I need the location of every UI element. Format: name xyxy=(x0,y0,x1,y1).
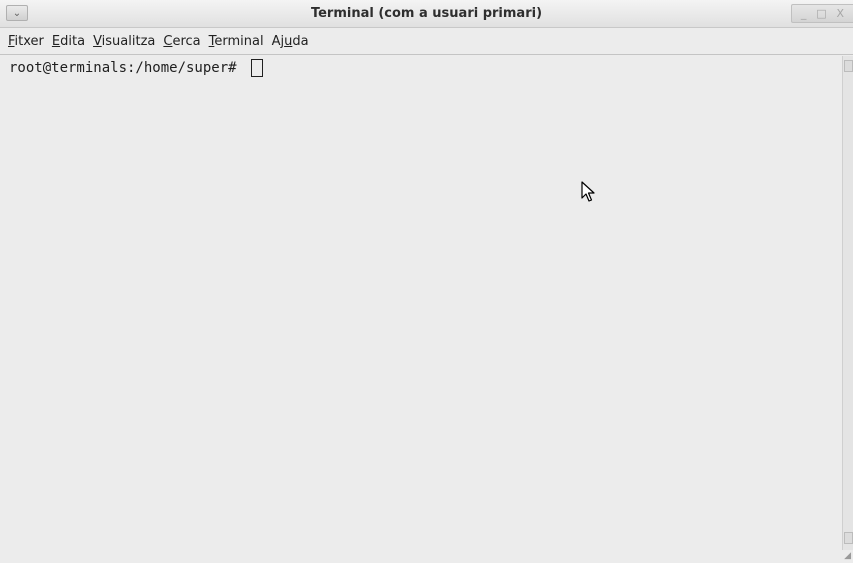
terminal-line: root@terminals:/home/super# xyxy=(9,58,842,78)
menu-terminal[interactable]: Terminal xyxy=(206,34,267,49)
menu-cerca[interactable]: Cerca xyxy=(160,34,203,49)
menu-label: itxer xyxy=(14,34,44,49)
menu-label: Aj xyxy=(271,34,285,49)
scroll-down-arrow[interactable] xyxy=(844,532,853,544)
text-cursor xyxy=(251,59,264,77)
minimize-icon[interactable]: _ xyxy=(801,5,807,22)
menu-label: erminal xyxy=(214,34,264,49)
scroll-up-arrow[interactable] xyxy=(844,60,853,72)
close-icon[interactable]: X xyxy=(837,5,845,22)
mouse-pointer-icon xyxy=(581,181,595,202)
menu-label: erca xyxy=(172,34,201,49)
vertical-scrollbar[interactable] xyxy=(842,56,853,550)
menu-mnemonic: V xyxy=(93,34,102,49)
shell-prompt: root@terminals:/home/super# xyxy=(9,60,246,76)
menu-label: da xyxy=(292,34,309,49)
menu-mnemonic: E xyxy=(51,34,61,49)
window-title: Terminal (com a usuari primari) xyxy=(310,6,543,21)
menu-fitxer[interactable]: Fitxer xyxy=(5,34,47,49)
menu-ajuda[interactable]: Ajuda xyxy=(269,34,312,49)
maximize-icon[interactable]: □ xyxy=(816,5,826,22)
title-bar[interactable]: ⌄ Terminal (com a usuari primari) _ □ X xyxy=(0,0,853,28)
menu-bar: Fitxer Edita Visualitza Cerca Terminal A… xyxy=(0,29,853,55)
menu-edita[interactable]: Edita xyxy=(49,34,88,49)
menu-label: dita xyxy=(60,34,86,49)
menu-label: isualitza xyxy=(101,34,156,49)
resize-grip-icon[interactable]: ◢ xyxy=(841,551,851,561)
menu-visualitza[interactable]: Visualitza xyxy=(90,34,158,49)
window-controls: _ □ X xyxy=(791,4,853,23)
terminal-area[interactable]: root@terminals:/home/super# xyxy=(0,56,842,563)
